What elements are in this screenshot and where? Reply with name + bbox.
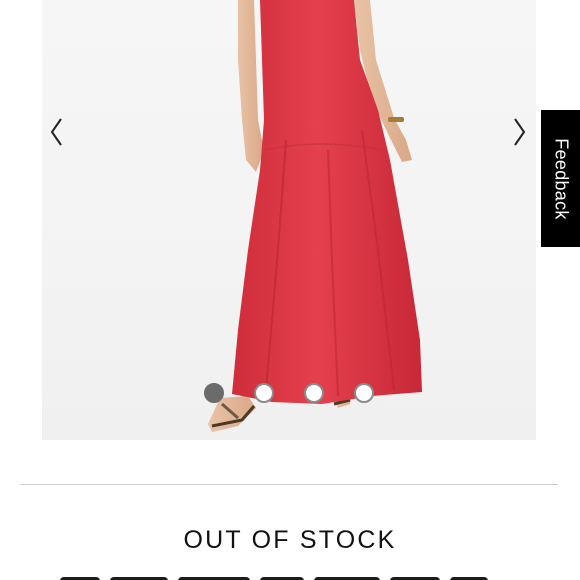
truncated-description-text (60, 572, 520, 580)
section-divider (20, 484, 558, 485)
feedback-label: Feedback (551, 137, 571, 220)
previous-image-button[interactable] (44, 112, 68, 152)
slide-dot-1[interactable] (204, 383, 224, 403)
slide-indicator (200, 383, 380, 409)
next-image-button[interactable] (508, 112, 532, 152)
product-photo (42, 0, 536, 440)
red-maxi-dress-image (208, 0, 422, 432)
slide-dot-3[interactable] (304, 383, 324, 403)
stock-status: OUT OF STOCK (183, 526, 397, 554)
slide-dot-4[interactable] (354, 383, 374, 403)
chevron-right-icon (514, 118, 526, 146)
feedback-tab[interactable]: Feedback (541, 110, 580, 247)
product-image-gallery (0, 0, 580, 470)
chevron-left-icon (50, 118, 62, 146)
slide-dot-2[interactable] (254, 383, 274, 403)
